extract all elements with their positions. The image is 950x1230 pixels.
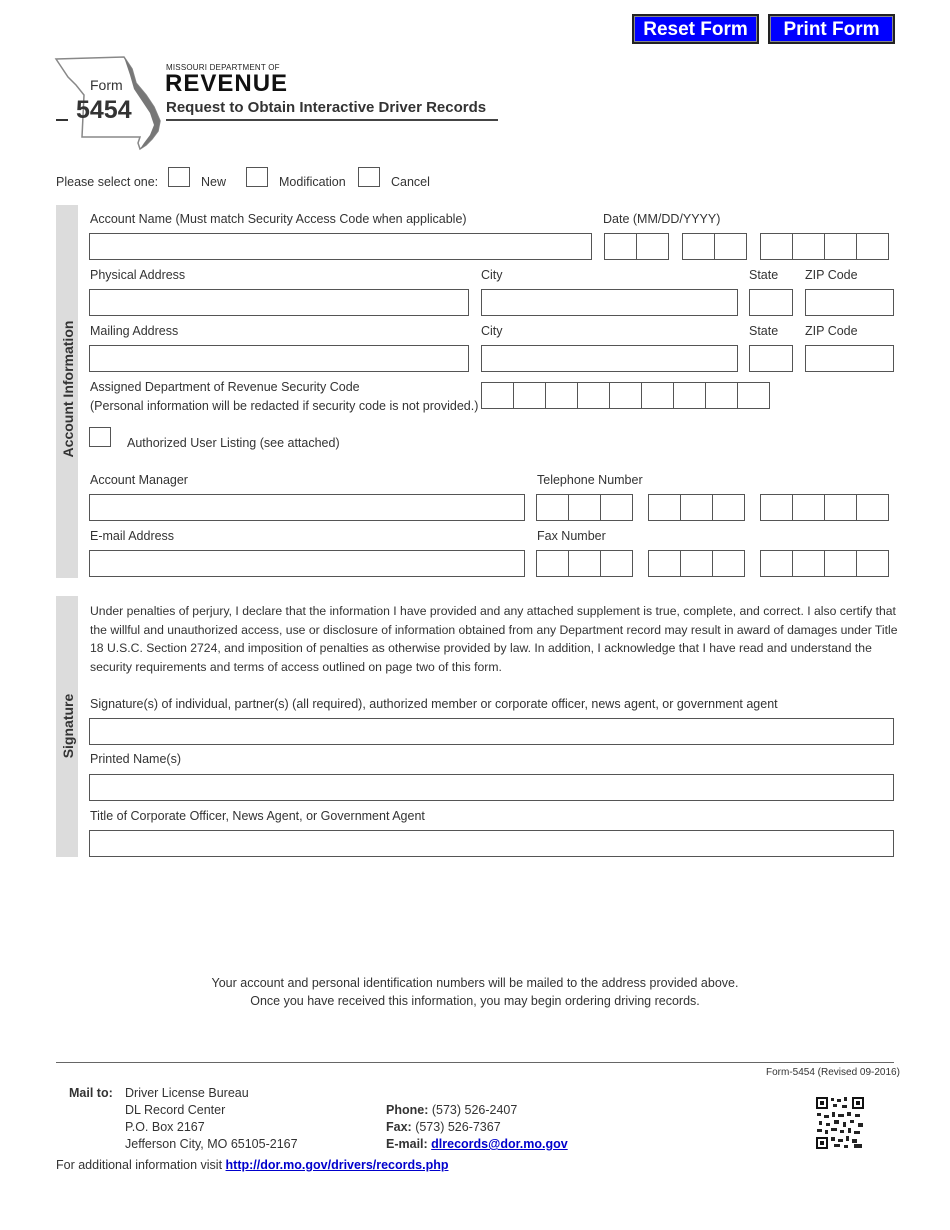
cancel-checkbox[interactable]	[358, 167, 380, 187]
physical-zip-input[interactable]	[805, 289, 894, 316]
new-label: New	[201, 175, 227, 189]
phone-info: Phone: (573) 526-2407	[386, 1103, 517, 1117]
fax-prefix-input[interactable]	[648, 550, 745, 577]
date-day-input[interactable]	[682, 233, 747, 260]
telephone-line-input[interactable]	[760, 494, 889, 521]
authorized-user-label: Authorized User Listing (see attached)	[127, 436, 340, 450]
reset-form-button[interactable]: Reset Form	[632, 14, 759, 44]
printed-name-input[interactable]	[89, 774, 894, 801]
dept-name: REVENUE	[165, 70, 289, 97]
phone-label: Phone:	[386, 1103, 429, 1117]
physical-state-label: State	[749, 268, 779, 282]
perjury-declaration: Under penalties of perjury, I declare th…	[90, 604, 898, 675]
mailing-city-input[interactable]	[481, 345, 738, 372]
account-name-label: Account Name (Must match Security Access…	[90, 212, 467, 226]
phone-value: (573) 526-2407	[431, 1103, 518, 1117]
physical-address-input[interactable]	[89, 289, 469, 316]
notice-line-2: Once you have received this information,…	[250, 994, 700, 1008]
mailing-address-label: Mailing Address	[90, 324, 179, 338]
account-manager-input[interactable]	[89, 494, 525, 521]
account-manager-label: Account Manager	[90, 473, 188, 487]
account-name-input[interactable]	[89, 233, 592, 260]
address-line: Jefferson City, MO 65105-2167	[125, 1137, 298, 1151]
fax-info: Fax: (573) 526-7367	[386, 1120, 501, 1134]
mailing-state-label: State	[749, 324, 779, 338]
notice-line-1: Your account and personal identification…	[211, 976, 739, 990]
date-label: Date (MM/DD/YYYY)	[603, 212, 721, 226]
form-revision: Form-5454 (Revised 09-2016)	[766, 1067, 900, 1078]
authorized-user-checkbox[interactable]	[89, 427, 111, 447]
form-dash	[56, 119, 68, 121]
email-info: E-mail: dlrecords@dor.mo.gov	[386, 1137, 568, 1151]
physical-city-label: City	[481, 268, 503, 282]
signature-input[interactable]	[89, 718, 894, 745]
security-code-label: Assigned Department of Revenue Security …	[90, 380, 360, 394]
printed-name-label: Printed Name(s)	[90, 752, 181, 766]
telephone-area-input[interactable]	[536, 494, 633, 521]
mail-to-label: Mail to:	[69, 1086, 113, 1100]
records-link[interactable]: http://dor.mo.gov/drivers/records.php	[226, 1158, 449, 1172]
physical-zip-label: ZIP Code	[805, 268, 858, 282]
fax-info-label: Fax:	[386, 1120, 412, 1134]
email-input[interactable]	[89, 550, 525, 577]
modification-checkbox[interactable]	[246, 167, 268, 187]
additional-info-text: For additional information visit	[56, 1158, 223, 1172]
address-line: Driver License Bureau	[125, 1086, 249, 1100]
form-word: Form	[90, 77, 123, 93]
mailing-zip-input[interactable]	[805, 345, 894, 372]
account-section-title: Account Information	[60, 320, 76, 458]
fax-label: Fax Number	[537, 529, 606, 543]
security-code-input[interactable]	[481, 382, 770, 409]
date-year-input[interactable]	[760, 233, 889, 260]
physical-address-label: Physical Address	[90, 268, 186, 282]
cancel-label: Cancel	[391, 175, 430, 189]
title-underline	[166, 119, 498, 121]
page-title: Request to Obtain Interactive Driver Rec…	[166, 99, 487, 116]
additional-info: For additional information visit http://…	[56, 1158, 448, 1172]
mailing-city-label: City	[481, 324, 503, 338]
telephone-label: Telephone Number	[537, 473, 643, 487]
address-line: DL Record Center	[125, 1103, 226, 1117]
mailing-state-input[interactable]	[749, 345, 793, 372]
form-number: 5454	[76, 96, 132, 124]
email-link[interactable]: dlrecords@dor.mo.gov	[431, 1137, 568, 1151]
telephone-prefix-input[interactable]	[648, 494, 745, 521]
mailing-address-input[interactable]	[89, 345, 469, 372]
mailing-zip-label: ZIP Code	[805, 324, 858, 338]
physical-city-input[interactable]	[481, 289, 738, 316]
fax-value: (573) 526-7367	[415, 1120, 501, 1134]
physical-state-input[interactable]	[749, 289, 793, 316]
new-checkbox[interactable]	[168, 167, 190, 187]
signature-section-title: Signature	[60, 693, 76, 759]
address-line: P.O. Box 2167	[125, 1120, 205, 1134]
signature-label: Signature(s) of individual, partner(s) (…	[90, 697, 778, 711]
footer-divider	[56, 1062, 894, 1063]
security-code-note: (Personal information will be redacted i…	[90, 399, 479, 413]
selection-prompt: Please select one:	[56, 175, 159, 189]
modification-label: Modification	[279, 175, 346, 189]
fax-line-input[interactable]	[760, 550, 889, 577]
officer-title-input[interactable]	[89, 830, 894, 857]
email-info-label: E-mail:	[386, 1137, 428, 1151]
fax-area-input[interactable]	[536, 550, 633, 577]
date-month-input[interactable]	[604, 233, 669, 260]
print-form-button[interactable]: Print Form	[768, 14, 895, 44]
officer-title-label: Title of Corporate Officer, News Agent, …	[90, 809, 425, 823]
email-label: E-mail Address	[90, 529, 175, 543]
qr-code-icon	[816, 1097, 864, 1149]
